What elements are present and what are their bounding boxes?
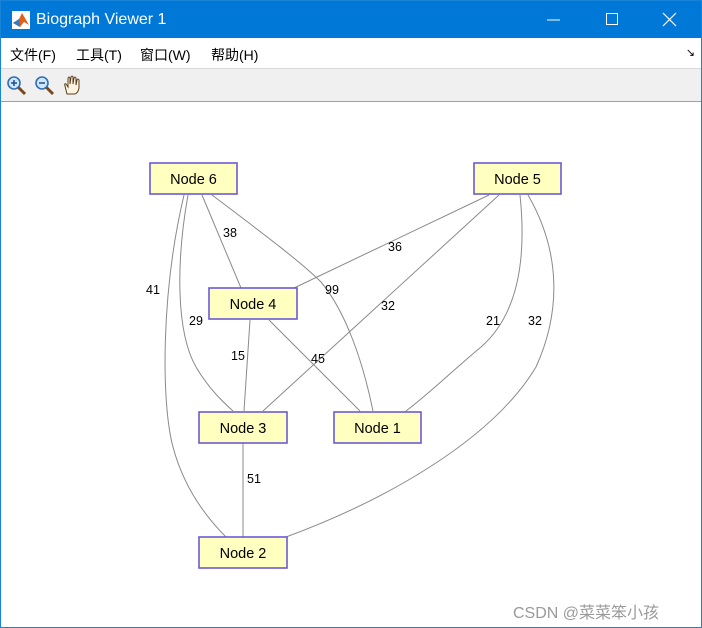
menu-help[interactable]: 帮助(H) <box>211 45 258 65</box>
node-3[interactable]: Node 3 <box>198 411 288 444</box>
node-4[interactable]: Node 4 <box>208 287 298 320</box>
csdn-watermark: CSDN @菜菜笨小孩 <box>513 605 660 622</box>
dock-arrow-icon[interactable]: ↘ <box>686 46 695 59</box>
matlab-logo-icon <box>12 11 30 29</box>
node-label: Node 6 <box>170 172 217 188</box>
node-6[interactable]: Node 6 <box>149 162 238 195</box>
minimize-button[interactable] <box>531 1 577 38</box>
biograph-viewer-window: Biograph Viewer 1 文件(F) 工具(T) 窗口(W) 帮助(H… <box>0 0 702 628</box>
edge-weight-node5-node2: 32 <box>528 314 542 328</box>
edge-weight-node4-node1: 45 <box>311 352 325 366</box>
pan-button[interactable] <box>61 74 83 96</box>
menu-bar: 文件(F) 工具(T) 窗口(W) 帮助(H) ↘ <box>1 38 701 68</box>
edge-node5-node2 <box>285 194 555 538</box>
node-5[interactable]: Node 5 <box>473 162 562 195</box>
node-1[interactable]: Node 1 <box>333 411 422 444</box>
edge-node6-node4 <box>201 194 242 289</box>
close-icon <box>662 12 677 27</box>
node-label: Node 3 <box>220 421 267 437</box>
title-bar[interactable]: Biograph Viewer 1 <box>1 1 701 38</box>
minimize-icon <box>547 19 560 21</box>
edge-weight-node5-node1: 21 <box>486 314 500 328</box>
edge-weight-node4-node3: 15 <box>231 349 245 363</box>
maximize-icon <box>606 13 618 25</box>
edge-weight-node6-node2: 41 <box>146 283 160 297</box>
zoom-out-icon <box>35 76 55 96</box>
node-label: Node 1 <box>354 421 401 437</box>
maximize-button[interactable] <box>590 1 636 38</box>
edge-weight-node3-node2: 51 <box>247 472 261 486</box>
edge-weight-node6-node3: 29 <box>189 314 203 328</box>
biograph-graph: 38 41 29 99 36 32 21 32 15 45 51 Node 6 … <box>146 162 562 569</box>
menu-file[interactable]: 文件(F) <box>10 45 56 65</box>
node-label: Node 5 <box>494 172 541 188</box>
edge-node4-node3 <box>243 319 251 412</box>
menu-tools[interactable]: 工具(T) <box>76 45 122 65</box>
toolbar <box>1 68 701 102</box>
edge-weight-node6-node1: 99 <box>325 283 339 297</box>
graph-canvas[interactable]: 38 41 29 99 36 32 21 32 15 45 51 Node 6 … <box>1 102 701 627</box>
node-label: Node 2 <box>220 546 267 562</box>
edge-weight-node5-node3: 32 <box>381 299 395 313</box>
zoom-in-button[interactable] <box>5 74 27 96</box>
menu-window[interactable]: 窗口(W) <box>140 45 191 65</box>
zoom-out-button[interactable] <box>33 74 55 96</box>
node-2[interactable]: Node 2 <box>198 536 288 569</box>
zoom-in-icon <box>7 76 27 96</box>
window-title: Biograph Viewer 1 <box>36 11 167 28</box>
edge-weight-node6-node4: 38 <box>223 226 237 240</box>
node-label: Node 4 <box>230 297 277 313</box>
edge-weight-node5-node4: 36 <box>388 240 402 254</box>
pan-hand-icon <box>64 75 80 95</box>
close-button[interactable] <box>647 1 693 38</box>
